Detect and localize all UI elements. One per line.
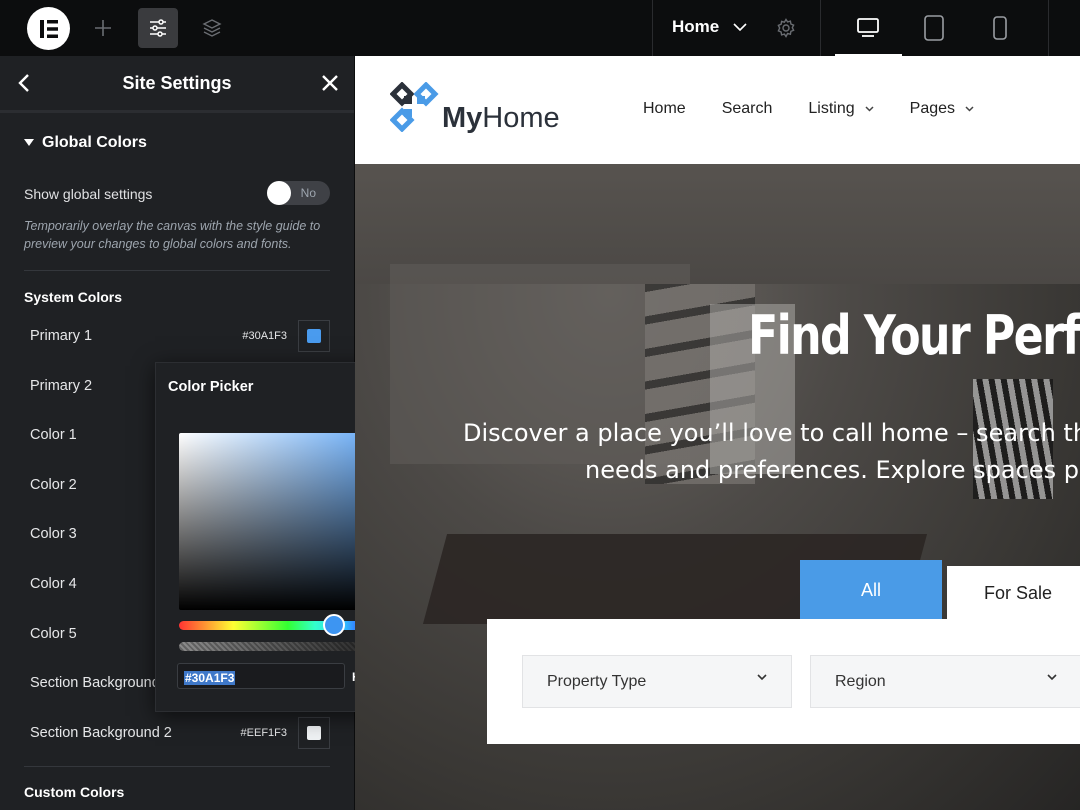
logo-text-bold: My (442, 102, 483, 134)
hero-subtitle-line-1: Discover a place you’ll love to call hom… (463, 419, 1080, 447)
site-settings-button[interactable] (138, 8, 178, 48)
layers-icon (202, 19, 222, 37)
region-select[interactable]: Region (810, 655, 1080, 708)
color-name: Color 5 (30, 625, 77, 642)
color-name: Primary 1 (30, 328, 93, 344)
hex-color-value: #30A1F3 (184, 671, 236, 685)
system-colors-title: System Colors (24, 289, 123, 305)
panel-title: Site Settings (122, 72, 232, 93)
custom-colors-title: Custom Colors (24, 784, 125, 800)
editor-top-bar: Home (0, 0, 1080, 56)
property-search-form: Property Type Region (487, 619, 1080, 744)
property-type-select[interactable]: Property Type (522, 655, 792, 708)
mobile-icon (993, 16, 1007, 40)
toggle-knob (267, 181, 291, 205)
hero-title: Find Your Perfect (748, 304, 1080, 367)
chevron-down-icon (1047, 674, 1057, 681)
separator (652, 0, 653, 56)
property-type-label: Property Type (547, 672, 647, 690)
structure-button[interactable] (192, 8, 232, 48)
chevron-down-icon (965, 106, 974, 112)
separator (1048, 0, 1049, 56)
logo-text-light: Home (482, 102, 560, 134)
chevron-down-icon (757, 674, 767, 681)
color-name: Color 2 (30, 476, 77, 493)
color-name: Primary 2 (30, 377, 93, 394)
tab-for-sale[interactable]: For Sale (947, 566, 1080, 620)
elementor-logo-icon[interactable] (27, 7, 70, 50)
nav-item-listing[interactable]: Listing (808, 100, 874, 118)
add-icon (95, 20, 111, 36)
separator (820, 0, 821, 56)
section-title: Global Colors (42, 134, 147, 151)
chevron-left-icon (18, 74, 29, 92)
hero-subtitle-line-2: needs and preferences. Explore spaces pe… (585, 456, 1080, 484)
tab-for-sale-label: For Sale (984, 582, 1053, 603)
divider (24, 270, 330, 271)
color-swatch (307, 329, 321, 343)
desktop-view-button[interactable] (848, 8, 888, 48)
show-global-settings-toggle[interactable]: No (267, 181, 330, 205)
global-settings-hint: Temporarily overlay the canvas with the … (24, 219, 321, 251)
close-icon (322, 75, 338, 91)
nav-item-label: Listing (808, 100, 855, 117)
panel-header: Site Settings (0, 56, 354, 113)
tablet-view-button[interactable] (914, 8, 954, 48)
color-picker-title: Color Picker (168, 379, 254, 395)
nav-item-label: Search (721, 100, 773, 117)
hue-slider-handle[interactable] (323, 614, 346, 636)
color-name: Section Background 2 (30, 724, 172, 741)
color-name: Color 3 (30, 526, 77, 543)
tab-all[interactable]: All (800, 560, 942, 620)
color-hex-value: #EEF1F3 (240, 726, 287, 739)
color-name: Color 1 (30, 427, 77, 444)
chevron-down-icon (865, 106, 874, 112)
tablet-icon (924, 15, 944, 41)
site-settings-icon (150, 19, 166, 37)
page-settings-button[interactable] (766, 8, 806, 48)
desktop-icon (857, 18, 879, 37)
gear-icon (777, 18, 795, 38)
site-header: MyHome Home Search Listing Pages (355, 56, 1080, 164)
nav-item-label: Home (643, 100, 686, 117)
color-name: Color 4 (30, 576, 77, 592)
show-global-settings-label: Show global settings (24, 186, 153, 202)
nav-item-label: Pages (909, 100, 956, 117)
page-name: Home (672, 17, 720, 36)
site-logo[interactable]: MyHome (390, 82, 560, 134)
add-element-button[interactable] (83, 8, 123, 48)
divider (24, 766, 330, 767)
color-name: Section Background (30, 675, 160, 692)
region-label: Region (835, 672, 886, 690)
mobile-view-button[interactable] (980, 8, 1020, 48)
chevron-down-icon (733, 23, 747, 31)
color-swatch-button[interactable] (298, 320, 330, 352)
global-colors-section-toggle[interactable]: Global Colors (24, 134, 147, 152)
nav-item-pages[interactable]: Pages (910, 100, 974, 118)
back-button[interactable] (18, 73, 30, 98)
page-preview-canvas: MyHome Home Search Listing Pages Find Your … (355, 56, 1080, 810)
nav-item-home[interactable]: Home (643, 100, 686, 118)
page-selector[interactable]: Home (672, 17, 747, 37)
caret-down-icon (24, 139, 34, 146)
main-nav: Home Search Listing Pages (643, 100, 974, 118)
system-color-row[interactable]: Section Background 2 #EEF1F3 (30, 716, 330, 749)
color-swatch-button[interactable] (298, 716, 330, 749)
toggle-state-text: No (300, 186, 316, 200)
color-hex-value: #30A1F3 (242, 330, 287, 342)
color-swatch (307, 725, 321, 740)
close-button[interactable] (320, 73, 340, 98)
myhome-logo-icon (390, 82, 439, 132)
hex-color-input[interactable]: #30A1F3 (177, 663, 345, 689)
system-color-row[interactable]: Primary 1 #30A1F3 (30, 320, 330, 352)
tab-all-label: All (860, 579, 881, 600)
nav-item-search[interactable]: Search (722, 100, 773, 118)
